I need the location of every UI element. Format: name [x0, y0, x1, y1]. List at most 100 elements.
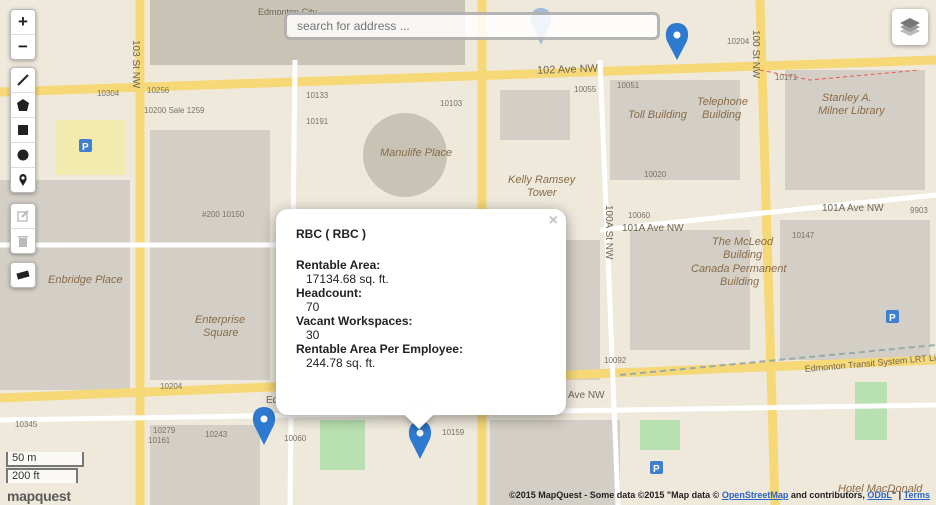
osm-link[interactable]: OpenStreetMap	[722, 490, 789, 500]
edit-layers-button[interactable]	[11, 204, 35, 229]
polygon-icon	[17, 99, 29, 111]
address-number: 10103	[440, 99, 463, 108]
draw-toolbar	[10, 67, 36, 193]
park-area	[640, 420, 680, 450]
map-label: Toll Building	[628, 109, 688, 121]
map-label: Square	[203, 327, 238, 339]
map-label: Manulife Place	[380, 147, 452, 159]
address-number: 10147	[792, 231, 815, 240]
parking-icon: P	[79, 139, 92, 153]
park-area	[855, 382, 887, 440]
draw-circle-button[interactable]	[11, 143, 35, 168]
odbl-link[interactable]: ODbL	[867, 490, 892, 500]
address-number: 10159	[442, 428, 465, 437]
address-number: 10279	[153, 426, 176, 435]
address-number: 10161	[148, 436, 171, 445]
building-block	[610, 80, 740, 180]
ruler-icon	[16, 270, 30, 280]
draw-polygon-button[interactable]	[11, 93, 35, 118]
popup-title: RBC ( RBC )	[296, 227, 366, 241]
address-number: 10204	[160, 382, 183, 391]
scale-bar: 50 m 200 ft	[6, 452, 84, 483]
map-label: Ave NW	[568, 390, 605, 401]
building-block	[785, 70, 925, 190]
draw-rectangle-button[interactable]	[11, 118, 35, 143]
map-label: 100 St NW	[750, 30, 761, 79]
map-label: Building	[702, 109, 742, 121]
svg-text:P: P	[653, 464, 660, 475]
zoom-control: + −	[10, 9, 36, 60]
mapquest-logo[interactable]: mapquest	[7, 488, 71, 504]
popup-close-button[interactable]: ×	[549, 212, 558, 230]
building-block	[500, 90, 570, 140]
marker-icon	[19, 174, 27, 186]
address-number: 10345	[15, 420, 38, 429]
field-label: Rentable Area:	[296, 258, 381, 272]
delete-icon	[18, 236, 28, 247]
address-number: 10204	[727, 37, 750, 46]
address-number: 10060	[628, 211, 651, 220]
map-label: Enbridge Place	[48, 274, 123, 286]
measure-control	[10, 262, 36, 288]
address-number: 10060	[284, 434, 307, 443]
address-number: 10171	[775, 73, 798, 82]
address-number: 10020	[644, 170, 667, 179]
map-label: Building	[723, 249, 763, 261]
address-number: 9903	[910, 206, 928, 215]
rectangle-icon	[18, 125, 28, 135]
address-number: 10051	[617, 81, 640, 90]
terms-link[interactable]: Terms	[904, 490, 930, 500]
measure-button[interactable]	[11, 263, 35, 287]
attribution: ©2015 MapQuest - Some data ©2015 "Map da…	[509, 490, 930, 500]
address-number: 10243	[205, 430, 228, 439]
map-label: 103 St NW	[130, 40, 141, 89]
building-block	[780, 220, 930, 360]
field-value: 17134.68 sq. ft.	[306, 272, 389, 286]
search-box	[284, 12, 660, 40]
map-label: 101A Ave NW	[822, 203, 884, 214]
field-label: Headcount:	[296, 286, 362, 300]
popup-content: RBC ( RBC ) Rentable Area: 17134.68 sq. …	[296, 227, 463, 370]
building-block	[630, 230, 750, 350]
draw-marker-button[interactable]	[11, 168, 35, 192]
edit-icon	[17, 210, 29, 222]
map-label: Tower	[527, 187, 558, 199]
address-number: 10200 Sale 1259	[144, 106, 205, 115]
svg-text:P: P	[889, 313, 896, 324]
delete-layers-button[interactable]	[11, 229, 35, 253]
field-label: Vacant Workspaces:	[296, 314, 413, 328]
layers-icon	[900, 18, 920, 36]
info-popup: × RBC ( RBC ) Rentable Area: 17134.68 sq…	[276, 209, 566, 415]
attribution-text: and contributors,	[788, 490, 868, 500]
address-number: #200 10150	[202, 210, 245, 219]
map-label: Enterprise	[195, 314, 245, 326]
field-value: 70	[306, 300, 320, 314]
field-label: Rentable Area Per Employee:	[296, 342, 463, 356]
address-number: 10256	[147, 86, 170, 95]
parking-icon: P	[886, 310, 899, 324]
search-input[interactable]	[287, 15, 657, 37]
field-value: 30	[306, 328, 320, 342]
address-number: 10055	[574, 85, 597, 94]
map-label: The McLeod	[712, 236, 774, 248]
map-label: 102 Ave NW	[537, 63, 599, 77]
polyline-icon	[17, 74, 29, 86]
svg-text:P: P	[82, 142, 89, 153]
layers-button[interactable]	[892, 9, 928, 45]
park-area	[320, 420, 365, 470]
map-label: Telephone	[697, 96, 748, 108]
address-number: 10304	[97, 89, 120, 98]
map-label: 100A St NW	[603, 205, 614, 260]
map-label: Building	[720, 276, 760, 288]
scale-imperial: 200 ft	[6, 468, 78, 483]
address-number: 10191	[306, 117, 329, 126]
map-label: Canada Permanent	[691, 263, 787, 275]
address-number: 10092	[604, 356, 627, 365]
draw-polyline-button[interactable]	[11, 68, 35, 93]
zoom-in-button[interactable]: +	[11, 10, 35, 35]
attribution-text: " |	[891, 490, 904, 500]
map-label: Milner Library	[818, 105, 886, 117]
parking-icon: P	[650, 461, 663, 475]
map-label: Stanley A.	[822, 92, 872, 104]
zoom-out-button[interactable]: −	[11, 35, 35, 59]
